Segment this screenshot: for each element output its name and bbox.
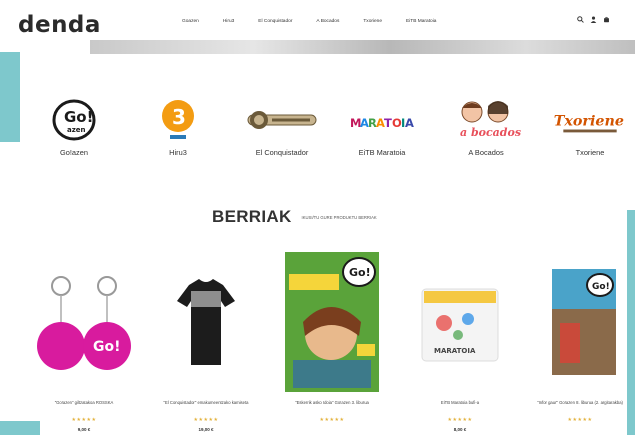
keychain-image-icon: Go! xyxy=(37,276,131,370)
product-rating: ★★★★★ xyxy=(447,417,473,423)
main-nav: Goazen Hiru3 El Conquistador A Bocados T… xyxy=(182,19,460,24)
teal-backdrop-left xyxy=(0,52,20,142)
product-name[interactable]: EiTB Maratoia bufi-a xyxy=(408,400,512,405)
svg-text:Go!: Go! xyxy=(64,108,93,126)
hiru3-logo-icon: 3 xyxy=(162,100,194,139)
site-header: denda Goazen Hiru3 El Conquistador A Boc… xyxy=(0,0,635,40)
brand-maratoia[interactable]: M A R A T O I A EiTB Maratoia xyxy=(342,96,422,157)
nav-item-hiru3[interactable]: Hiru3 xyxy=(223,19,234,24)
txoriene-logo-icon: Txoriene xyxy=(554,114,624,133)
svg-text:3: 3 xyxy=(172,105,186,129)
goazen-logo-icon: Go! azen xyxy=(52,99,96,141)
product-name[interactable]: "Go!azen" giltzatakoa ROSSKA xyxy=(32,400,136,405)
brand-hiru3[interactable]: 3 Hiru3 xyxy=(138,96,218,157)
product-rating: ★★★★★ xyxy=(567,417,593,423)
product-image[interactable]: Go! xyxy=(520,252,635,392)
abocados-logo-icon: a bocados xyxy=(460,101,521,139)
svg-text:azen: azen xyxy=(67,126,86,134)
nav-item-txoriene[interactable]: Txoriene xyxy=(363,19,382,24)
brand-label: EiTB Maratoia xyxy=(358,148,406,157)
brand-label: Go!azen xyxy=(60,148,88,157)
buff-image-icon: MARATOIA xyxy=(421,288,499,362)
product-image[interactable]: Go! xyxy=(24,252,144,392)
product-rating: ★★★★★ xyxy=(193,417,219,423)
svg-text:Txoriene: Txoriene xyxy=(554,114,624,130)
teal-backdrop-bottom xyxy=(0,421,40,435)
svg-text:Go!: Go! xyxy=(349,266,371,279)
maratoia-logo-icon: M A R A T O I A xyxy=(350,116,414,130)
nav-item-conquistador[interactable]: El Conquistador xyxy=(258,19,292,24)
brand-row: Go! azen Go!azen 3 Hiru3 El Conquistador xyxy=(30,96,630,166)
product-rating: ★★★★★ xyxy=(319,417,345,423)
product-name[interactable]: "El Conquistador" emakumeentzako kamiset… xyxy=(154,400,258,405)
product-price: 19,00 € xyxy=(198,427,214,432)
svg-text:a bocados: a bocados xyxy=(460,126,521,139)
tshirt-image-icon xyxy=(177,279,235,365)
book-cover-2-image-icon: Go! xyxy=(552,269,616,375)
svg-text:MARATOIA: MARATOIA xyxy=(434,347,476,355)
product-image[interactable]: MARATOIA xyxy=(400,252,520,392)
svg-text:Go!: Go! xyxy=(93,339,121,355)
product-card[interactable]: MARATOIA EiTB Maratoia bufi-a ★★★★★ 8,00… xyxy=(400,252,520,435)
product-card[interactable]: "El Conquistador" emakumeentzako kamiset… xyxy=(146,252,266,435)
product-name[interactable]: "Eskerrik asko Idoia" Go!azen 3. liburua xyxy=(280,400,384,405)
product-price: 8,00 € xyxy=(453,427,467,432)
product-card[interactable]: Go! "Infor gaur" Go!azen 8. liburua (2. … xyxy=(520,252,635,435)
product-image[interactable]: Go! xyxy=(272,252,392,392)
brand-txoriene[interactable]: Txoriene Txoriene xyxy=(550,96,630,157)
product-image[interactable] xyxy=(146,252,266,392)
product-rating: ★★★★★ xyxy=(71,417,97,423)
search-icon[interactable] xyxy=(577,16,584,23)
section-subtitle: IKUSI/TU GURE PRODUKTU BERRIAK xyxy=(301,214,377,220)
svg-text:T: T xyxy=(384,116,392,130)
product-card[interactable]: Go! "Eskerrik asko Idoia" Go!azen 3. lib… xyxy=(272,252,392,435)
site-logo[interactable]: denda xyxy=(18,12,101,38)
section-title: BERRIAK xyxy=(212,207,292,226)
product-card[interactable]: Go! "Go!azen" giltzatakoa ROSSKA ★★★★★ 9… xyxy=(24,252,144,435)
brand-label: Txoriene xyxy=(575,148,605,157)
product-grid: Go! "Go!azen" giltzatakoa ROSSKA ★★★★★ 9… xyxy=(22,252,632,435)
brand-conquistador[interactable]: El Conquistador xyxy=(242,96,322,157)
book-cover-image-icon: Go! xyxy=(285,252,379,392)
nav-item-maratoia[interactable]: EiTB Maratoia xyxy=(406,19,436,24)
nav-item-abocados[interactable]: A Bocados xyxy=(316,19,339,24)
user-icon[interactable] xyxy=(590,16,597,23)
svg-text:A: A xyxy=(405,116,414,130)
brand-abocados[interactable]: a bocados A Bocados xyxy=(446,96,526,157)
brand-label: El Conquistador xyxy=(255,148,309,157)
product-price: 9,00 € xyxy=(77,427,91,432)
header-tools xyxy=(577,16,610,23)
new-products-heading: BERRIAK IKUSI/TU GURE PRODUKTU BERRIAK xyxy=(212,207,377,227)
nav-item-goazen[interactable]: Goazen xyxy=(182,19,199,24)
hero-banner-strip xyxy=(90,40,635,54)
svg-text:Go!: Go! xyxy=(592,282,610,292)
brand-label: Hiru3 xyxy=(169,148,187,157)
product-name[interactable]: "Infor gaur" Go!azen 8. liburua (2. argi… xyxy=(528,400,632,405)
brand-goazen[interactable]: Go! azen Go!azen xyxy=(34,96,114,157)
brand-label: A Bocados xyxy=(468,148,504,157)
conquistador-logo-icon xyxy=(247,111,317,129)
cart-icon[interactable] xyxy=(603,16,610,23)
